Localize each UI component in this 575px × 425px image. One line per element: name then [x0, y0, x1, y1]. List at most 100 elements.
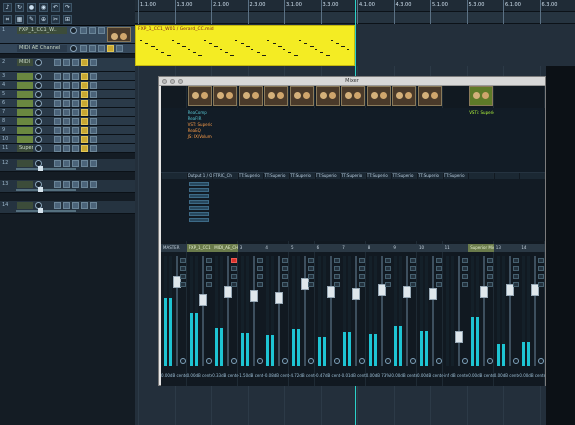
solo-button[interactable] [410, 266, 417, 271]
track-name[interactable] [17, 181, 33, 188]
phase-button[interactable] [436, 274, 442, 279]
track-row[interactable]: 12 [0, 159, 135, 172]
fx-insert-area[interactable] [391, 108, 418, 173]
strip-name-label[interactable]: 13 [493, 244, 520, 252]
strip-name-label[interactable]: 4 [263, 244, 290, 252]
track-name[interactable] [17, 82, 33, 89]
fx-button[interactable] [81, 160, 88, 167]
mute-button[interactable] [63, 91, 70, 98]
pan-knob[interactable] [436, 358, 442, 364]
fx-button[interactable] [81, 59, 88, 66]
mixer-strip[interactable]: TT:Superio 8 0.00dB 73%R [365, 86, 392, 386]
fx-button[interactable] [81, 73, 88, 80]
mute-button[interactable] [63, 82, 70, 89]
mixer-strip[interactable]: TT:Superio4-0.08dB center [263, 86, 290, 386]
solo-button[interactable] [333, 266, 340, 271]
mute-button[interactable] [231, 258, 238, 263]
mute-button[interactable] [63, 127, 70, 134]
midi-note[interactable] [246, 46, 250, 47]
volume-knob[interactable] [35, 82, 42, 89]
punch-icon[interactable]: ● [27, 3, 36, 12]
fx-slot[interactable]: JS: IX/Volume [188, 134, 214, 139]
mixer-strip[interactable]: FTRIC_Ch MIDI_AE_CH 0.33dB center [212, 86, 239, 386]
strip-name-label[interactable]: 9 [391, 244, 418, 252]
fx-insert-area[interactable] [161, 108, 187, 173]
send-slot[interactable] [188, 194, 209, 198]
mixer-strip[interactable]: TT:Superio6-0.47dB center [314, 86, 341, 386]
solo-button[interactable] [538, 266, 545, 271]
volume-knob[interactable] [35, 118, 42, 125]
io-button[interactable] [90, 73, 97, 80]
volume-fader-track[interactable] [508, 256, 511, 366]
zoom-window-icon[interactable] [178, 79, 183, 84]
solo-button[interactable] [72, 136, 79, 143]
strip-name-label[interactable]: Superior Midi [468, 244, 495, 252]
fx-insert-area[interactable] [263, 108, 290, 173]
mixer-strip[interactable]: TT:Superio 9 0.00dB center [391, 86, 418, 386]
volume-fader-track[interactable] [176, 256, 178, 366]
fx-button[interactable] [81, 91, 88, 98]
mixer-strip[interactable]: TT:Superio7-0.01dB center [340, 86, 367, 386]
io-button[interactable] [90, 91, 97, 98]
zoom-icon[interactable]: ⊕ [39, 15, 48, 24]
volume-knob[interactable] [70, 27, 77, 34]
track-name[interactable] [17, 202, 33, 209]
track-row[interactable]: 1 FXP_1_CC1_W.. [0, 26, 135, 44]
midi-note[interactable] [140, 40, 142, 41]
midi-note[interactable] [320, 52, 324, 53]
midi-note[interactable] [161, 52, 165, 53]
phase-button[interactable] [308, 274, 314, 279]
solo-button[interactable] [282, 266, 289, 271]
mute-button[interactable] [63, 59, 70, 66]
send-area[interactable] [442, 179, 469, 241]
snap-icon[interactable]: ⌗ [3, 15, 12, 24]
track-row[interactable]: 10 [0, 135, 135, 144]
track-name[interactable]: MIDI AE Channel [17, 45, 67, 52]
mute-button[interactable] [256, 258, 263, 263]
volume-knob[interactable] [70, 45, 77, 52]
fx-insert-area[interactable] [417, 108, 443, 173]
volume-knob[interactable] [35, 136, 42, 143]
volume-fader-track[interactable] [304, 256, 306, 366]
track-name[interactable] [17, 127, 33, 134]
undo-icon[interactable]: ↶ [51, 3, 60, 12]
track-row[interactable]: MIDI AE Channel [0, 44, 135, 54]
grid-icon[interactable]: ▦ [15, 15, 24, 24]
io-button[interactable] [90, 181, 97, 188]
track-name[interactable] [17, 109, 33, 116]
volume-knob[interactable] [35, 73, 42, 80]
track-volume-slider[interactable] [16, 187, 76, 192]
track-volume-slider[interactable] [16, 166, 76, 171]
phase-button[interactable] [538, 274, 545, 279]
volume-fader[interactable] [275, 292, 284, 304]
send-area[interactable] [263, 179, 290, 241]
solo-button[interactable] [72, 109, 79, 116]
pan-knob[interactable] [384, 358, 391, 364]
track-row[interactable]: 8 [0, 117, 135, 126]
fx-button[interactable] [81, 100, 88, 107]
track-row[interactable]: 9 [0, 126, 135, 135]
mute-button[interactable] [63, 100, 70, 107]
midi-note[interactable] [198, 55, 203, 56]
mute-button[interactable] [436, 258, 442, 263]
track-row[interactable]: 4 [0, 81, 135, 90]
volume-fader-track[interactable] [432, 256, 434, 366]
track-volume-slider[interactable] [16, 208, 76, 213]
midi-note[interactable] [293, 55, 298, 56]
io-button[interactable] [90, 109, 97, 116]
volume-knob[interactable] [35, 127, 42, 134]
fx-button[interactable] [81, 118, 88, 125]
midi-note[interactable] [155, 49, 158, 50]
solo-button[interactable] [359, 266, 366, 271]
phase-button[interactable] [205, 274, 212, 279]
record-arm-button[interactable] [54, 73, 61, 80]
volume-fader-track[interactable] [252, 256, 255, 366]
fx-insert-area[interactable] [340, 108, 367, 173]
record-arm-button[interactable] [54, 127, 61, 134]
midi-note[interactable] [208, 43, 212, 44]
mute-button[interactable] [63, 160, 70, 167]
volume-fader[interactable] [249, 290, 258, 302]
io-button[interactable] [90, 145, 97, 152]
mute-button[interactable] [487, 258, 494, 263]
record-arm-button[interactable] [54, 118, 61, 125]
